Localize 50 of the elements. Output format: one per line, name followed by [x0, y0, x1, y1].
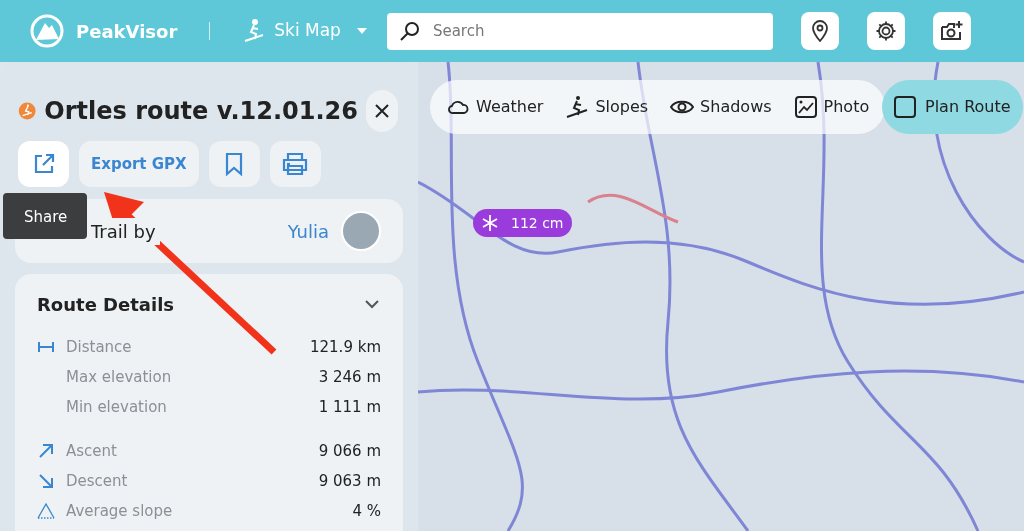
- bookmark-icon: [225, 152, 244, 176]
- camera-plus-icon: [939, 20, 964, 42]
- arrow-down-right-icon: [37, 472, 55, 490]
- location-pin-button[interactable]: [800, 12, 839, 50]
- map-layer-button[interactable]: Slopes: [565, 95, 649, 119]
- detail-value: 4 %: [352, 500, 381, 522]
- search-input[interactable]: Search: [432, 19, 761, 43]
- detail-label: Descent: [66, 470, 128, 492]
- map-layer-button[interactable]: Photo: [793, 95, 870, 119]
- snowflake-icon: [481, 214, 499, 232]
- plan-route-checkbox[interactable]: [894, 96, 916, 118]
- snow-depth-badge: 112 cm: [473, 209, 572, 237]
- detail-label: Average slope: [66, 500, 173, 522]
- detail-label: Distance: [66, 336, 132, 358]
- share-tooltip: Share: [3, 193, 87, 239]
- map-layer-button[interactable]: Weather: [446, 95, 544, 119]
- arrow-up-right-icon: [37, 442, 55, 460]
- slope-triangle-icon: [37, 502, 55, 520]
- chevron-down-icon[interactable]: [365, 300, 379, 309]
- skier-icon: [565, 95, 590, 119]
- search-field[interactable]: Search: [386, 12, 773, 50]
- search-icon: [398, 20, 421, 42]
- close-icon: [374, 104, 389, 118]
- share-button[interactable]: [18, 141, 69, 187]
- map-layer-button[interactable]: Shadows: [670, 95, 772, 119]
- detail-label: Ascent: [66, 440, 117, 462]
- add-photo-button[interactable]: [932, 12, 971, 50]
- trail-by-label: Trail by: [91, 217, 160, 245]
- detail-value: 9 063 m: [318, 470, 381, 492]
- route-details-title: Route Details: [37, 293, 175, 317]
- route-title: Ortles route v.12.01.26: [44, 96, 358, 127]
- bookmark-button[interactable]: [208, 141, 260, 187]
- location-pin-icon: [809, 20, 830, 42]
- detail-label: Max elevation: [66, 366, 172, 388]
- detail-value: 1 111 m: [318, 396, 381, 418]
- settings-icon: [874, 20, 897, 42]
- image-icon: [793, 95, 818, 119]
- avatar: [341, 211, 381, 251]
- detail-value: 121.9 km: [310, 336, 381, 358]
- map[interactable]: Weather Slopes Shadows Photo Plan Route 112 cm: [418, 62, 1024, 531]
- detail-value: 3 246 m: [318, 366, 381, 388]
- detail-value: 9 066 m: [318, 440, 381, 462]
- print-button[interactable]: [269, 141, 321, 187]
- plan-route-button[interactable]: Plan Route: [882, 80, 1023, 134]
- mountain-logo-icon: [30, 14, 64, 48]
- caret-icon: [356, 28, 367, 34]
- settings-button[interactable]: [866, 12, 905, 50]
- printer-icon: [281, 152, 310, 176]
- detail-label: Min elevation: [66, 396, 167, 418]
- close-button[interactable]: [365, 90, 398, 132]
